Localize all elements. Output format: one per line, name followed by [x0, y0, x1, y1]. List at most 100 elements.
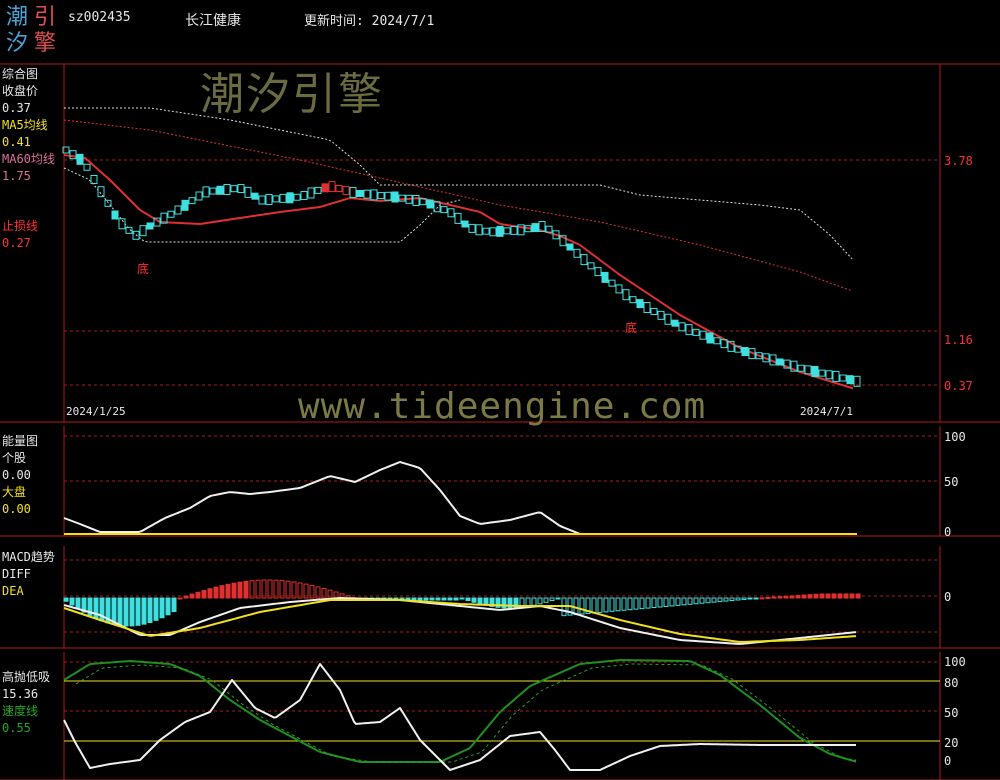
macd-histogram-bar [627, 597, 633, 611]
energy-axis-50: 50 [944, 475, 959, 489]
macd-histogram-bar [237, 581, 243, 599]
panel-kdj-title: 高抛低吸 [2, 670, 51, 684]
macd-histogram-bar [615, 597, 621, 612]
candlestick [629, 296, 637, 304]
macd-histogram-bar [135, 597, 141, 626]
kdj-axis-100: 100 [944, 655, 966, 669]
macd-histogram-bar [639, 597, 645, 610]
candlestick [258, 195, 266, 205]
candlestick [601, 271, 609, 283]
price-axis-mid: 1.16 [944, 333, 973, 347]
panel-energy-title: 能量图 [2, 434, 39, 448]
macd-histogram-bar [633, 597, 639, 610]
candlestick [342, 185, 350, 195]
close-price-value: 0.37 [2, 101, 31, 115]
candlestick [454, 212, 462, 224]
macd-histogram-bar [657, 597, 663, 608]
stop-loss-label: 止损线 [2, 219, 39, 233]
macd-histogram-bar [771, 596, 777, 599]
macd-histogram-bar [543, 597, 549, 603]
candlestick [811, 366, 819, 377]
energy-market-label: 大盘 [2, 485, 27, 499]
macd-histogram-bar [285, 580, 291, 599]
candlestick [314, 186, 322, 194]
speed-line-signal [75, 663, 857, 763]
candlestick [384, 191, 392, 201]
energy-market-value: 0.00 [2, 502, 31, 516]
macd-histogram-bar [147, 597, 153, 623]
tideengine-logo: 潮 引 汐 擎 [6, 4, 60, 58]
candlestick [146, 222, 154, 230]
bottom-marker-1: 底 [137, 262, 150, 276]
candlestick [636, 299, 644, 309]
date-start: 2024/1/25 [66, 405, 126, 418]
ma5-line [63, 154, 854, 390]
stock-code: sz002435 [68, 10, 131, 25]
macd-histogram-bar [849, 593, 855, 599]
candlestick [776, 358, 784, 366]
macd-histogram-bar [267, 579, 273, 599]
macd-histogram-bar [441, 597, 447, 601]
energy-stock-label: 个股 [2, 451, 27, 465]
watermark-url: www.tideengine.com [298, 386, 707, 427]
candlestick [272, 195, 280, 203]
candlestick [615, 284, 623, 294]
candlestick [237, 184, 245, 194]
macd-histogram-bar [171, 597, 177, 613]
candlestick [825, 370, 833, 380]
candlestick [174, 205, 182, 215]
candlestick [307, 187, 315, 199]
macd-histogram-bar [465, 597, 471, 601]
stock-name: 长江健康 [185, 13, 241, 29]
macd-histogram-bar [765, 596, 771, 599]
candlestick [286, 192, 294, 204]
candlestick [475, 224, 483, 236]
bottom-marker-2: 底 [625, 321, 638, 335]
close-price-label: 收盘价 [2, 84, 39, 98]
bollinger-upper-line [64, 107, 853, 260]
macd-histogram-bar [231, 582, 237, 599]
candlestick [83, 163, 91, 171]
diff-label: DIFF [2, 567, 31, 581]
energy-axis-0: 0 [944, 525, 952, 539]
candlestick [461, 220, 469, 228]
candlestick [468, 223, 476, 233]
macd-histogram-bar [735, 597, 741, 601]
candlestick [139, 225, 147, 237]
candlestick [587, 262, 595, 270]
ma60-value: 1.75 [2, 169, 31, 183]
candlestick [573, 248, 581, 258]
candlestick [391, 191, 399, 203]
macd-histogram-bar [795, 594, 801, 599]
macd-histogram-bar [153, 597, 159, 621]
logo-char-3: 汐 [6, 31, 29, 56]
price-axis-low: 0.37 [944, 379, 973, 393]
macd-histogram-bar [705, 597, 711, 604]
macd-histogram-bar [759, 597, 765, 600]
panel-macd-title: MACD趋势 [2, 550, 55, 564]
ma5-label: MA5均线 [2, 118, 48, 132]
macd-histogram-bar [189, 593, 195, 599]
macd-histogram-bar [129, 597, 135, 627]
kdj-axis-0: 0 [944, 754, 952, 768]
date-end: 2024/7/1 [800, 405, 853, 418]
candlestick [412, 195, 420, 206]
candlestick [223, 183, 231, 195]
macd-histogram-bar [333, 591, 339, 599]
candlestick [566, 243, 574, 251]
macd-histogram-bar [825, 593, 831, 599]
logo-char-4: 擎 [34, 31, 57, 56]
macd-histogram-bar [63, 597, 69, 602]
logo-char-1: 潮 [6, 5, 29, 30]
price-axis-top: 3.78 [944, 154, 973, 168]
macd-histogram-bar [681, 597, 687, 606]
macd-histogram-bar [183, 595, 189, 599]
macd-histogram-bar [177, 597, 183, 600]
macd-histogram-bar [591, 597, 597, 614]
macd-histogram-bar [717, 597, 723, 603]
macd-histogram-bar [213, 586, 219, 599]
candlestick [804, 365, 812, 375]
kdj-axis-80: 80 [944, 676, 959, 690]
macd-histogram-bar [459, 597, 465, 600]
candlestick [699, 330, 707, 340]
